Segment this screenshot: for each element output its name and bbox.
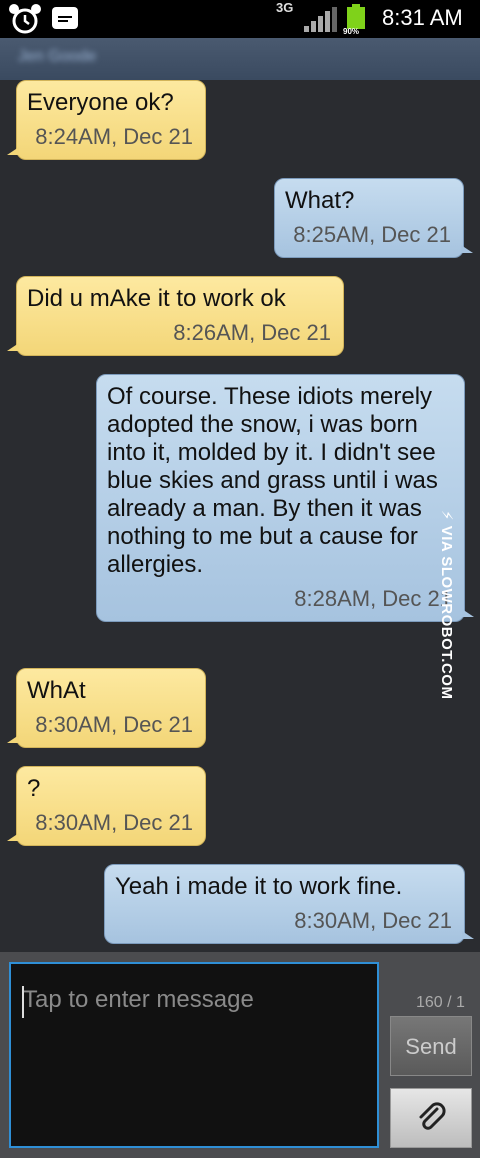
contact-name[interactable]: Jen Goode bbox=[18, 48, 96, 66]
status-bar: 3G 90% 8:31 AM bbox=[0, 0, 480, 38]
message-timestamp: 8:24AM, Dec 21 bbox=[35, 124, 193, 149]
message-bubble-incoming[interactable]: WhAt 8:30AM, Dec 21 bbox=[7, 668, 206, 748]
message-timestamp: 8:30AM, Dec 21 bbox=[35, 712, 193, 737]
send-button[interactable]: Send bbox=[390, 1016, 472, 1076]
message-notification-icon bbox=[52, 7, 78, 29]
message-text: Everyone ok? bbox=[27, 89, 174, 116]
attach-button[interactable] bbox=[390, 1088, 472, 1148]
paperclip-icon bbox=[419, 1102, 446, 1130]
composer: Tap to enter message 160 / 1 Send bbox=[0, 952, 480, 1158]
message-timestamp: 8:25AM, Dec 21 bbox=[293, 222, 451, 247]
message-text: Did u mAke it to work ok bbox=[27, 285, 286, 312]
character-counter: 160 / 1 bbox=[416, 994, 465, 1011]
network-type: 3G bbox=[276, 0, 294, 15]
message-timestamp: 8:30AM, Dec 21 bbox=[294, 908, 452, 933]
message-timestamp: 8:30AM, Dec 21 bbox=[35, 810, 193, 835]
message-timestamp: 8:26AM, Dec 21 bbox=[173, 320, 331, 345]
status-clock: 8:31 AM bbox=[382, 5, 463, 30]
signal-strength-icon bbox=[304, 7, 337, 32]
message-bubble-outgoing[interactable]: Yeah i made it to work fine. 8:30AM, Dec… bbox=[104, 864, 474, 944]
message-text: Yeah i made it to work fine. bbox=[115, 873, 403, 900]
message-text: ? bbox=[27, 775, 41, 802]
message-timestamp: 8:28AM, Dec 21 bbox=[294, 586, 452, 611]
message-bubble-incoming[interactable]: Everyone ok? 8:24AM, Dec 21 bbox=[7, 80, 206, 160]
message-bubble-outgoing[interactable]: Of course. These idiots merely adopted t… bbox=[96, 374, 474, 622]
message-bubble-outgoing[interactable]: What? 8:25AM, Dec 21 bbox=[274, 178, 473, 258]
text-caret bbox=[22, 986, 24, 1018]
message-text: WhAt bbox=[27, 677, 86, 704]
conversation-header: Jen Goode bbox=[0, 38, 480, 80]
watermark: ⚡ VIA SLOWROBOT.COM bbox=[438, 510, 455, 700]
message-text: Of course. These idiots merely adopted t… bbox=[107, 383, 438, 578]
message-bubble-incoming[interactable]: ? 8:30AM, Dec 21 bbox=[7, 766, 206, 846]
battery-percentage: 90% bbox=[343, 27, 360, 36]
message-input[interactable]: Tap to enter message bbox=[9, 962, 379, 1148]
message-input-placeholder: Tap to enter message bbox=[23, 986, 254, 1013]
alarm-clock-icon bbox=[9, 4, 41, 34]
message-bubble-incoming[interactable]: Did u mAke it to work ok 8:26AM, Dec 21 bbox=[7, 276, 344, 356]
message-text: What? bbox=[285, 187, 355, 214]
